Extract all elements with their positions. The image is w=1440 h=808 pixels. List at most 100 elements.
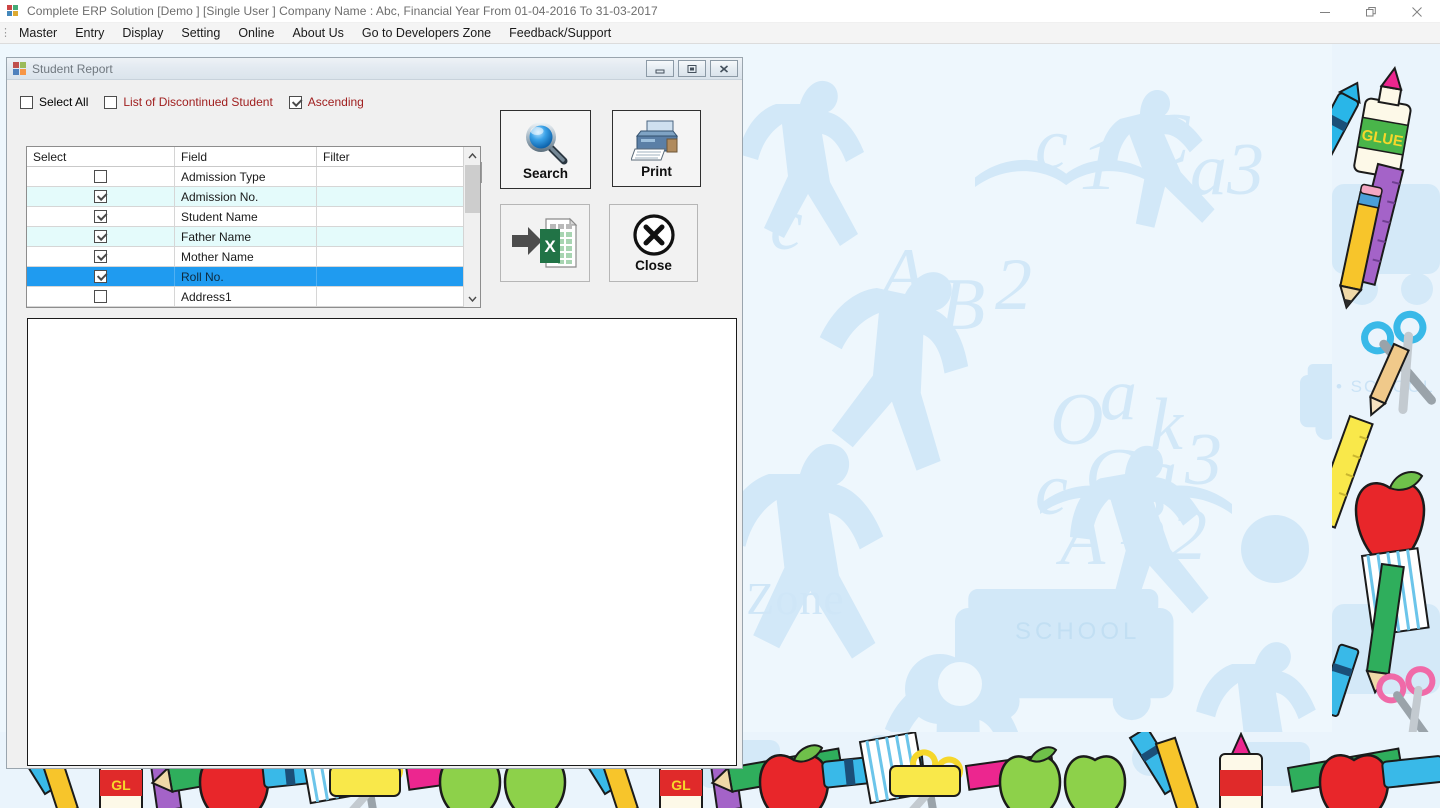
- export-to-excel-button[interactable]: X: [500, 204, 590, 282]
- table-row[interactable]: Admission No.: [27, 187, 463, 207]
- grid-scrollbar[interactable]: [463, 147, 480, 307]
- row-select-cell[interactable]: [27, 187, 175, 206]
- menu-item-entry[interactable]: Entry: [66, 23, 113, 43]
- select-all-checkbox-box[interactable]: [20, 95, 33, 109]
- search-button-label: Search: [522, 165, 569, 181]
- ascending-checkbox-box[interactable]: [288, 95, 302, 109]
- svg-text:B: B: [1120, 479, 1165, 561]
- row-field-cell: Mother Name: [175, 247, 317, 266]
- table-row[interactable]: Admission Type: [27, 167, 463, 187]
- row-select-cell[interactable]: [27, 287, 175, 306]
- checkbox-ascending[interactable]: Ascending: [288, 95, 364, 109]
- svg-text:GL: GL: [671, 777, 691, 793]
- row-filter-cell[interactable]: [317, 187, 463, 206]
- svg-text:1: 1: [1080, 124, 1117, 206]
- row-filter-cell[interactable]: [317, 267, 463, 286]
- row-field-cell: Student Name: [175, 207, 317, 226]
- table-row[interactable]: Mother Name: [27, 247, 463, 267]
- report-options-row: Select All List of Discontinued Student …: [20, 91, 380, 113]
- row-field-cell: Roll No.: [175, 267, 317, 286]
- scroll-up-icon[interactable]: [464, 147, 480, 164]
- search-button[interactable]: Search: [500, 110, 591, 189]
- menu-item-display[interactable]: Display: [113, 23, 172, 43]
- field-selection-grid[interactable]: Select Field Filter Admission Type Admis…: [26, 146, 481, 308]
- grid-header-select: Select: [27, 147, 175, 166]
- grid-header-filter: Filter: [323, 149, 350, 164]
- row-select-cell[interactable]: [27, 167, 175, 186]
- mdi-client-area: c 1 C a3 A B 2 O a k c C a 3 A B 2 c SCH…: [0, 44, 1440, 808]
- checkbox-select-all[interactable]: Select All: [20, 95, 88, 109]
- restore-icon[interactable]: [1348, 0, 1394, 23]
- row-field-cell: Address1: [175, 287, 317, 306]
- grid-inner: Select Field Filter Admission Type Admis…: [27, 147, 463, 307]
- row-filter-cell[interactable]: [317, 287, 463, 306]
- minimize-icon[interactable]: [1302, 0, 1348, 23]
- student-report-window-controls: [646, 60, 738, 77]
- decorative-border-right: • SCHOOL GLUE: [1332, 44, 1440, 808]
- scroll-down-icon[interactable]: [464, 290, 480, 307]
- row-filter-cell[interactable]: [317, 227, 463, 246]
- svg-text:A: A: [875, 234, 926, 316]
- svg-text:GL: GL: [111, 777, 131, 793]
- print-button-label: Print: [641, 163, 672, 179]
- magnifier-icon: [525, 121, 567, 164]
- menu-item-master[interactable]: Master: [10, 23, 66, 43]
- child-close-icon[interactable]: [710, 60, 738, 77]
- menu-item-about-us[interactable]: About Us: [283, 23, 352, 43]
- row-select-cell[interactable]: [27, 267, 175, 286]
- menu-item-online[interactable]: Online: [229, 23, 283, 43]
- svg-text:X: X: [544, 237, 556, 256]
- row-checkbox[interactable]: [94, 290, 107, 303]
- menu-bar: ⋮ Master Entry Display Setting Online Ab…: [0, 23, 1440, 44]
- row-filter-cell[interactable]: [317, 207, 463, 226]
- child-restore-icon[interactable]: [678, 60, 706, 77]
- print-button[interactable]: Print: [612, 110, 701, 187]
- row-filter-cell[interactable]: [317, 167, 463, 186]
- row-select-cell[interactable]: [27, 207, 175, 226]
- ascending-label: Ascending: [307, 95, 364, 109]
- svg-text:a: a: [1100, 354, 1137, 436]
- window-title: Complete ERP Solution [Demo ] [Single Us…: [27, 4, 658, 18]
- list-discontinued-label: List of Discontinued Student: [123, 95, 273, 109]
- report-result-panel[interactable]: [27, 318, 737, 766]
- row-checkbox[interactable]: [94, 270, 107, 283]
- menu-grip-icon: ⋮: [0, 26, 11, 39]
- application-window: Complete ERP Solution [Demo ] [Single Us…: [0, 0, 1440, 808]
- svg-text:2: 2: [1170, 494, 1207, 576]
- checkbox-list-discontinued[interactable]: List of Discontinued Student: [104, 95, 273, 109]
- table-row[interactable]: Student Name: [27, 207, 463, 227]
- svg-text:SCHOOL: SCHOOL: [1015, 618, 1140, 645]
- form-icon: [13, 62, 26, 75]
- list-discontinued-checkbox-box[interactable]: [104, 95, 118, 109]
- close-button[interactable]: Close: [609, 204, 698, 282]
- bus-school-text: SCHOOL: [1015, 618, 1140, 645]
- row-checkbox[interactable]: [94, 210, 107, 223]
- grid-header-field: Field: [175, 147, 317, 166]
- app-icon: [7, 5, 19, 17]
- table-row[interactable]: Father Name: [27, 227, 463, 247]
- svg-text:c: c: [1035, 104, 1068, 186]
- row-select-cell[interactable]: [27, 227, 175, 246]
- table-row-selected[interactable]: Roll No.: [27, 267, 463, 287]
- export-to-excel-icon: X: [512, 217, 578, 268]
- menu-item-feedback-support[interactable]: Feedback/Support: [500, 23, 620, 43]
- menu-item-setting[interactable]: Setting: [172, 23, 229, 43]
- svg-text:c: c: [770, 184, 803, 266]
- student-report-titlebar: Student Report: [7, 58, 742, 80]
- row-checkbox[interactable]: [94, 190, 107, 203]
- table-row[interactable]: Address1: [27, 287, 463, 307]
- row-checkbox[interactable]: [94, 230, 107, 243]
- svg-text:A: A: [1055, 499, 1106, 581]
- row-filter-cell[interactable]: [317, 247, 463, 266]
- select-all-label: Select All: [39, 95, 89, 109]
- menu-item-developers-zone[interactable]: Go to Developers Zone: [353, 23, 500, 43]
- row-checkbox[interactable]: [94, 250, 107, 263]
- child-minimize-icon[interactable]: [646, 60, 674, 77]
- row-checkbox[interactable]: [94, 170, 107, 183]
- student-report-window: Student Report Select All List of Discon…: [6, 57, 743, 769]
- svg-text:C: C: [1140, 99, 1191, 181]
- row-field-cell: Father Name: [175, 227, 317, 246]
- close-icon[interactable]: [1394, 0, 1440, 23]
- scrollbar-thumb[interactable]: [465, 165, 480, 213]
- row-select-cell[interactable]: [27, 247, 175, 266]
